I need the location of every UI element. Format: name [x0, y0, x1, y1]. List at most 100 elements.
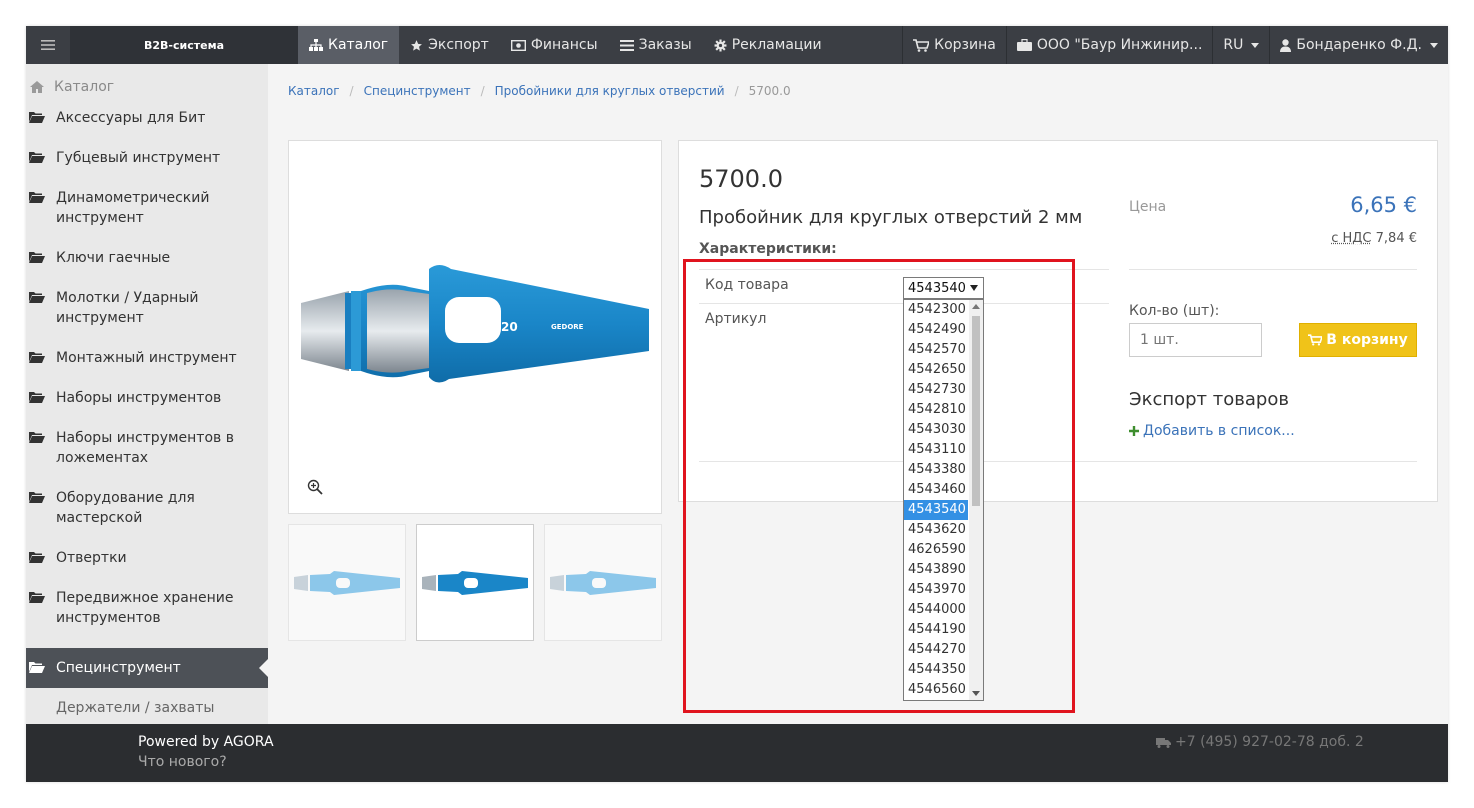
plus-icon — [1129, 426, 1139, 436]
add-to-cart-label: В корзину — [1326, 332, 1408, 348]
folder-open-icon — [29, 112, 45, 123]
folder-open-icon — [29, 552, 45, 563]
price-value: 6,65 € — [1350, 193, 1417, 217]
quantity-input[interactable] — [1129, 323, 1262, 357]
sidebar-subitem[interactable]: Держатели / захваты — [26, 688, 268, 728]
briefcase-icon — [1016, 39, 1032, 51]
truck-icon — [1156, 737, 1171, 748]
main-nav: Каталог Экспорт Финансы Заказы Рекламаци… — [298, 26, 833, 64]
breadcrumb-link[interactable]: Специнструмент — [364, 84, 471, 98]
add-to-list-link[interactable]: Добавить в список... — [1129, 423, 1295, 439]
folder-open-icon — [29, 352, 45, 363]
add-to-cart-button[interactable]: В корзину — [1299, 323, 1417, 357]
vat-value: 7,84 € — [1375, 231, 1417, 246]
top-bar: B2B-система Каталог Экспорт Финансы Зака… — [26, 26, 1448, 64]
zoom-in-icon[interactable] — [307, 479, 323, 495]
image-brand: GEDORE — [551, 323, 584, 331]
sidebar-item[interactable]: Молотки / Ударный инструмент — [26, 288, 268, 348]
sidebar-subitem-label: Держатели / захваты — [56, 700, 215, 716]
vat-label: с НДС — [1331, 231, 1372, 246]
sidebar-item-label: Аксессуары для Бит — [56, 110, 206, 126]
thumbnail-selected[interactable] — [416, 524, 534, 641]
sidebar-item-label: Специнструмент — [56, 660, 181, 676]
sidebar-item-label: Наборы инструментов — [56, 390, 222, 406]
sidebar-list: Аксессуары для Бит Губцевый инструмент Д… — [26, 108, 268, 728]
sidebar-item-label: Губцевый инструмент — [56, 150, 221, 166]
nav-claims[interactable]: Рекламации — [703, 26, 833, 64]
sidebar-item[interactable]: Наборы инструментов в ложементах — [26, 428, 268, 488]
image-number: 20 — [501, 320, 518, 334]
caret-down-icon — [1430, 42, 1438, 48]
sidebar-header[interactable]: Каталог — [26, 76, 114, 98]
thumbnail-image — [294, 570, 400, 595]
folder-open-icon — [29, 252, 45, 263]
cart-icon — [913, 38, 930, 52]
nav-company-label: ООО "Баур Инжинир... — [1036, 37, 1203, 53]
cart-icon — [1308, 334, 1323, 346]
nav-user[interactable]: Бондаренко Ф.Д. — [1269, 26, 1448, 64]
nav-orders-label: Заказы — [638, 37, 692, 53]
sidebar-item-label: Ключи гаечные — [56, 250, 171, 266]
nav-user-label: Бондаренко Ф.Д. — [1296, 37, 1422, 53]
nav-catalog[interactable]: Каталог — [298, 26, 400, 64]
nav-catalog-label: Каталог — [328, 37, 389, 53]
powered-by[interactable]: Powered by AGORA — [138, 734, 274, 750]
nav-cart[interactable]: Корзина — [902, 26, 1006, 64]
folder-open-icon — [29, 432, 45, 443]
sidebar-item[interactable]: Передвижное хранение инструментов — [26, 588, 268, 648]
thumbnail-image — [550, 570, 656, 595]
breadcrumb-link[interactable]: Пробойники для круглых отверстий — [495, 84, 725, 98]
thumbnail[interactable] — [544, 524, 662, 641]
breadcrumb-link[interactable]: Каталог — [288, 84, 340, 98]
brand-logo[interactable]: B2B-система — [70, 26, 298, 64]
home-icon — [30, 81, 44, 93]
sidebar-item-label: Передвижное хранение инструментов — [56, 590, 234, 626]
nav-export-label: Экспорт — [428, 37, 489, 53]
right-nav: Корзина ООО "Баур Инжинир... RU Бондарен… — [902, 26, 1448, 64]
nav-orders[interactable]: Заказы — [609, 26, 703, 64]
export-title: Экспорт товаров — [1129, 389, 1289, 410]
divider — [1129, 269, 1417, 270]
breadcrumb: Каталог / Специнструмент / Пробойники для … — [288, 84, 791, 98]
price-with-vat: с НДС 7,84 € — [1331, 231, 1417, 246]
caret-down-icon — [1251, 42, 1260, 48]
nav-company[interactable]: ООО "Баур Инжинир... — [1005, 26, 1213, 64]
sidebar-item[interactable]: Оборудование для мастерской — [26, 488, 268, 548]
star-icon — [411, 39, 423, 51]
folder-open-icon — [29, 592, 45, 603]
sidebar-item[interactable]: Динамометрический инструмент — [26, 188, 268, 248]
thumbnail[interactable] — [288, 524, 406, 641]
sidebar-item-label: Наборы инструментов в ложементах — [56, 430, 234, 466]
folder-open-icon — [29, 292, 45, 303]
sidebar-item-label: Оборудование для мастерской — [56, 490, 195, 526]
menu-toggle-button[interactable] — [26, 26, 70, 64]
sidebar-item[interactable]: Отвертки — [26, 548, 268, 588]
hamburger-icon — [41, 40, 55, 50]
nav-finance[interactable]: Финансы — [500, 26, 609, 64]
sidebar-item[interactable]: Монтажный инструмент — [26, 348, 268, 388]
whats-new-link[interactable]: Что нового? — [138, 754, 227, 770]
nav-claims-label: Рекламации — [731, 37, 822, 53]
app-window: B2B-система Каталог Экспорт Финансы Зака… — [26, 26, 1448, 782]
folder-open-icon — [29, 392, 45, 403]
characteristics-label: Характеристики: — [699, 241, 837, 257]
nav-finance-label: Финансы — [530, 37, 598, 53]
sidebar-item[interactable]: Наборы инструментов — [26, 388, 268, 428]
thumbnail-image — [422, 570, 528, 595]
gear-icon — [714, 39, 727, 51]
folder-open-icon — [29, 192, 45, 203]
sidebar-item-active[interactable]: Специнструмент — [26, 648, 268, 688]
support-phone: +7 (495) 927-02-78 доб. 2 — [1156, 734, 1364, 750]
sidebar-item[interactable]: Ключи гаечные — [26, 248, 268, 288]
price-label: Цена — [1129, 199, 1167, 215]
nav-language[interactable]: RU — [1212, 26, 1269, 64]
product-name: Пробойник для круглых отверстий 2 мм — [699, 207, 1083, 228]
sidebar-item-label: Отвертки — [56, 550, 127, 566]
folder-open-icon — [29, 662, 45, 673]
sidebar-item[interactable]: Губцевый инструмент — [26, 148, 268, 188]
sidebar-item[interactable]: Аксессуары для Бит — [26, 108, 268, 148]
nav-export[interactable]: Экспорт — [399, 26, 500, 64]
hole-punch-image: 20 GEDORE — [301, 265, 649, 383]
folder-open-icon — [29, 152, 45, 163]
product-image[interactable]: 20 GEDORE — [288, 140, 662, 514]
